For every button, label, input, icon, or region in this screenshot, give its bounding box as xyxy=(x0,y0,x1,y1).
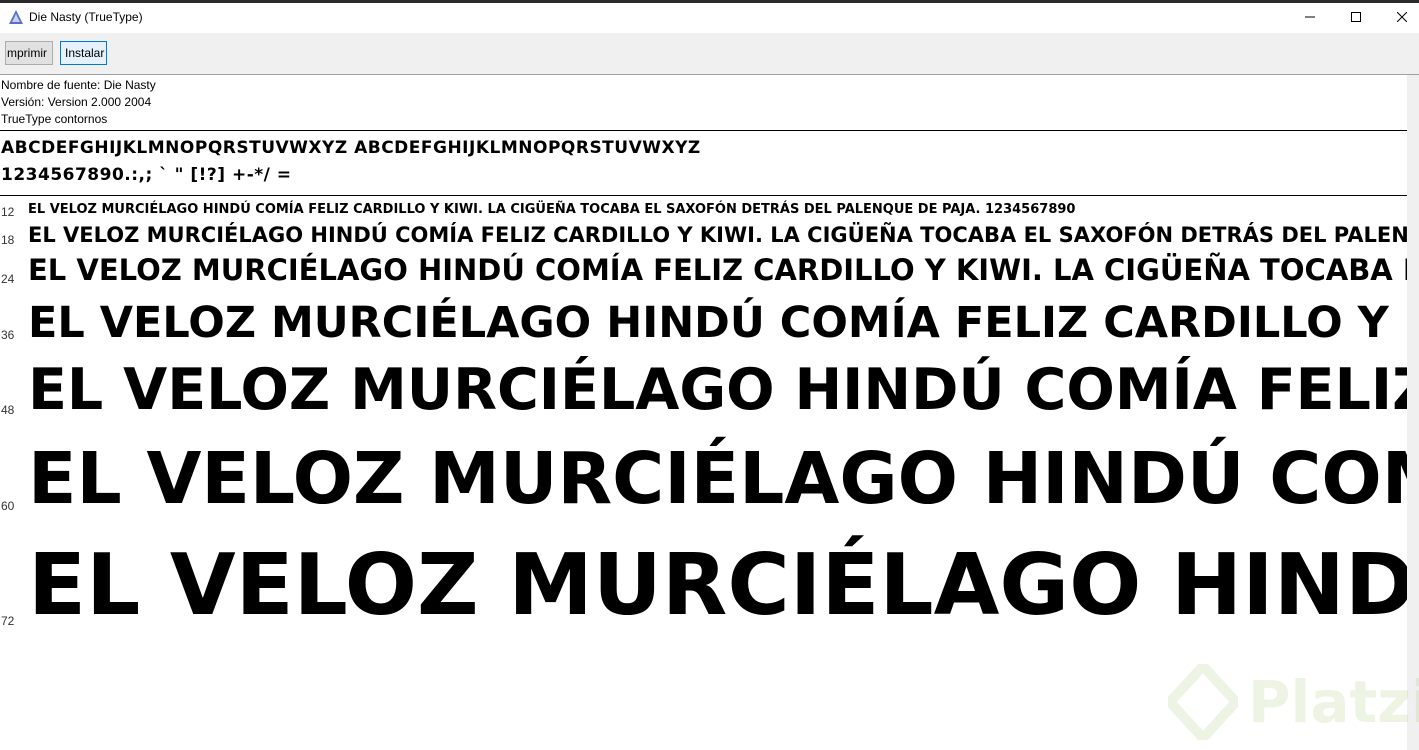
sample-size-label: 36 xyxy=(1,328,15,342)
sample-size-label: 48 xyxy=(1,403,15,417)
divider-bottom xyxy=(0,195,1407,196)
maximize-icon xyxy=(1351,12,1361,22)
font-preview-area[interactable]: Nombre de fuente: Die Nasty Versión: Ver… xyxy=(0,75,1407,750)
sample-text: EL VELOZ MURCIÉLAGO HINDÚ COMÍA FELIZ CA… xyxy=(28,202,1076,217)
charset-uppercase: ABCDEFGHIJKLMNOPQRSTUVWXYZ ABCDEFGHIJKLM… xyxy=(1,138,701,158)
platzi-watermark: Platzi xyxy=(1165,661,1419,744)
minimize-button[interactable] xyxy=(1287,3,1333,33)
divider-top xyxy=(0,130,1407,131)
title-bar[interactable]: Die Nasty (TrueType) xyxy=(0,3,1419,33)
font-version-line: Versión: Version 2.000 2004 xyxy=(1,95,152,109)
sample-size-label: 24 xyxy=(1,272,15,286)
install-button[interactable]: Instalar xyxy=(60,41,107,65)
toolbar: mprimir Instalar xyxy=(0,33,1419,75)
sample-size-label: 72 xyxy=(1,614,15,628)
close-button[interactable] xyxy=(1379,3,1419,33)
window-title: Die Nasty (TrueType) xyxy=(29,10,143,24)
sample-size-label: 18 xyxy=(1,233,15,247)
maximize-button[interactable] xyxy=(1333,3,1379,33)
font-name-line: Nombre de fuente: Die Nasty xyxy=(1,78,156,92)
font-viewer-window: Die Nasty (TrueType) mprimir Instalar No… xyxy=(0,0,1419,750)
sample-text: EL VELOZ MURCIÉLAGO HINDÚ COMÍA FELIZ CA… xyxy=(28,298,1407,348)
font-viewer-icon xyxy=(8,9,24,25)
print-button[interactable]: mprimir xyxy=(5,41,53,65)
sample-size-label: 60 xyxy=(1,499,15,513)
sample-text: EL VELOZ MURCIÉLAGO HINDÚ CO xyxy=(28,536,1407,635)
sample-text: EL VELOZ MURCIÉLAGO HINDÚ COMÍA FELIZ CA… xyxy=(28,223,1407,247)
vertical-scrollbar[interactable] xyxy=(1407,75,1419,750)
sample-size-label: 12 xyxy=(1,205,15,219)
platzi-logo-icon xyxy=(1165,661,1241,743)
close-icon xyxy=(1397,12,1407,22)
sample-text: EL VELOZ MURCIÉLAGO HINDÚ COMÍA F xyxy=(28,437,1407,520)
font-type-line: TrueType contornos xyxy=(1,112,108,126)
sample-text: EL VELOZ MURCIÉLAGO HINDÚ COMÍA FELIZ CA… xyxy=(28,357,1407,423)
minimize-icon xyxy=(1305,16,1315,18)
watermark-text: Platzi xyxy=(1248,668,1419,736)
sample-text: EL VELOZ MURCIÉLAGO HINDÚ COMÍA FELIZ CA… xyxy=(28,253,1407,287)
charset-numbers-symbols: 1234567890.:,; ` " [!?] +-*/ = xyxy=(1,165,292,185)
